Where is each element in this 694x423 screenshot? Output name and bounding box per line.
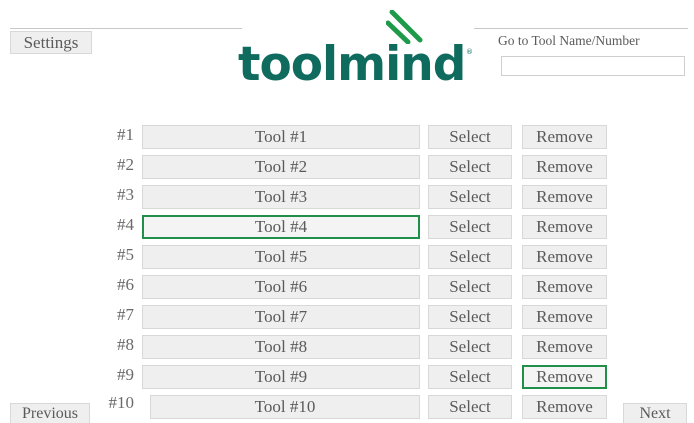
- remove-button[interactable]: Remove: [522, 125, 607, 149]
- tool-row: #10 Tool #10 Select Remove: [0, 393, 694, 421]
- tool-row: #9 Tool #9 Select Remove: [0, 363, 694, 391]
- tool-number: #7: [117, 305, 134, 324]
- select-button[interactable]: Select: [428, 155, 512, 179]
- select-button[interactable]: Select: [428, 335, 512, 359]
- select-button[interactable]: Select: [428, 215, 512, 239]
- select-button[interactable]: Select: [428, 395, 512, 419]
- tool-number: #6: [117, 275, 134, 294]
- logo-wordmark: toolmind: [238, 37, 466, 92]
- remove-button[interactable]: Remove: [522, 185, 607, 209]
- tool-row: #2 Tool #2 Select Remove: [0, 153, 694, 181]
- tool-name-button[interactable]: Tool #6: [142, 275, 420, 299]
- goto-tool-input[interactable]: [501, 56, 685, 76]
- tool-name-button[interactable]: Tool #3: [142, 185, 420, 209]
- goto-tool-label: Go to Tool Name/Number: [498, 33, 640, 48]
- remove-button[interactable]: Remove: [522, 335, 607, 359]
- logo-registered-mark: ®: [466, 48, 473, 56]
- tool-number: #3: [117, 185, 134, 204]
- header-divider-right: [474, 28, 688, 29]
- tool-row: #7 Tool #7 Select Remove: [0, 303, 694, 331]
- tool-row: #5 Tool #5 Select Remove: [0, 243, 694, 271]
- tool-number: #2: [117, 155, 134, 174]
- tool-name-button[interactable]: Tool #7: [142, 305, 420, 329]
- select-button[interactable]: Select: [428, 305, 512, 329]
- remove-button[interactable]: Remove: [522, 395, 607, 419]
- tool-number: #8: [117, 335, 134, 354]
- header-divider-left: [10, 28, 242, 29]
- remove-button[interactable]: Remove: [522, 215, 607, 239]
- tool-name-button[interactable]: Tool #8: [142, 335, 420, 359]
- tool-number: #9: [117, 365, 134, 384]
- tool-name-button[interactable]: Tool #10: [150, 395, 420, 419]
- tool-number: #10: [108, 393, 135, 412]
- remove-button[interactable]: Remove: [522, 275, 607, 299]
- next-button[interactable]: Next: [623, 403, 687, 423]
- remove-button[interactable]: Remove: [522, 245, 607, 269]
- tool-row: #6 Tool #6 Select Remove: [0, 273, 694, 301]
- tool-row: #1 Tool #1 Select Remove: [0, 123, 694, 151]
- tool-name-button[interactable]: Tool #9: [142, 365, 420, 389]
- tool-name-button[interactable]: Tool #5: [142, 245, 420, 269]
- remove-button[interactable]: Remove: [522, 155, 607, 179]
- toolmind-logo: toolmind ®: [238, 10, 478, 94]
- settings-button[interactable]: Settings: [10, 31, 92, 54]
- tool-number: #1: [117, 125, 134, 144]
- tool-name-button-active[interactable]: Tool #4: [142, 215, 420, 239]
- select-button[interactable]: Select: [428, 275, 512, 299]
- select-button[interactable]: Select: [428, 185, 512, 209]
- select-button[interactable]: Select: [428, 365, 512, 389]
- tool-name-button[interactable]: Tool #2: [142, 155, 420, 179]
- select-button[interactable]: Select: [428, 245, 512, 269]
- remove-button[interactable]: Remove: [522, 305, 607, 329]
- previous-button[interactable]: Previous: [10, 403, 90, 423]
- tool-row: #4 Tool #4 Select Remove: [0, 213, 694, 241]
- select-button[interactable]: Select: [428, 125, 512, 149]
- tool-name-button[interactable]: Tool #1: [142, 125, 420, 149]
- remove-button-active[interactable]: Remove: [522, 365, 607, 389]
- tool-row: #8 Tool #8 Select Remove: [0, 333, 694, 361]
- tool-number: #4: [117, 215, 134, 234]
- tool-row: #3 Tool #3 Select Remove: [0, 183, 694, 211]
- tool-number: #5: [117, 245, 134, 264]
